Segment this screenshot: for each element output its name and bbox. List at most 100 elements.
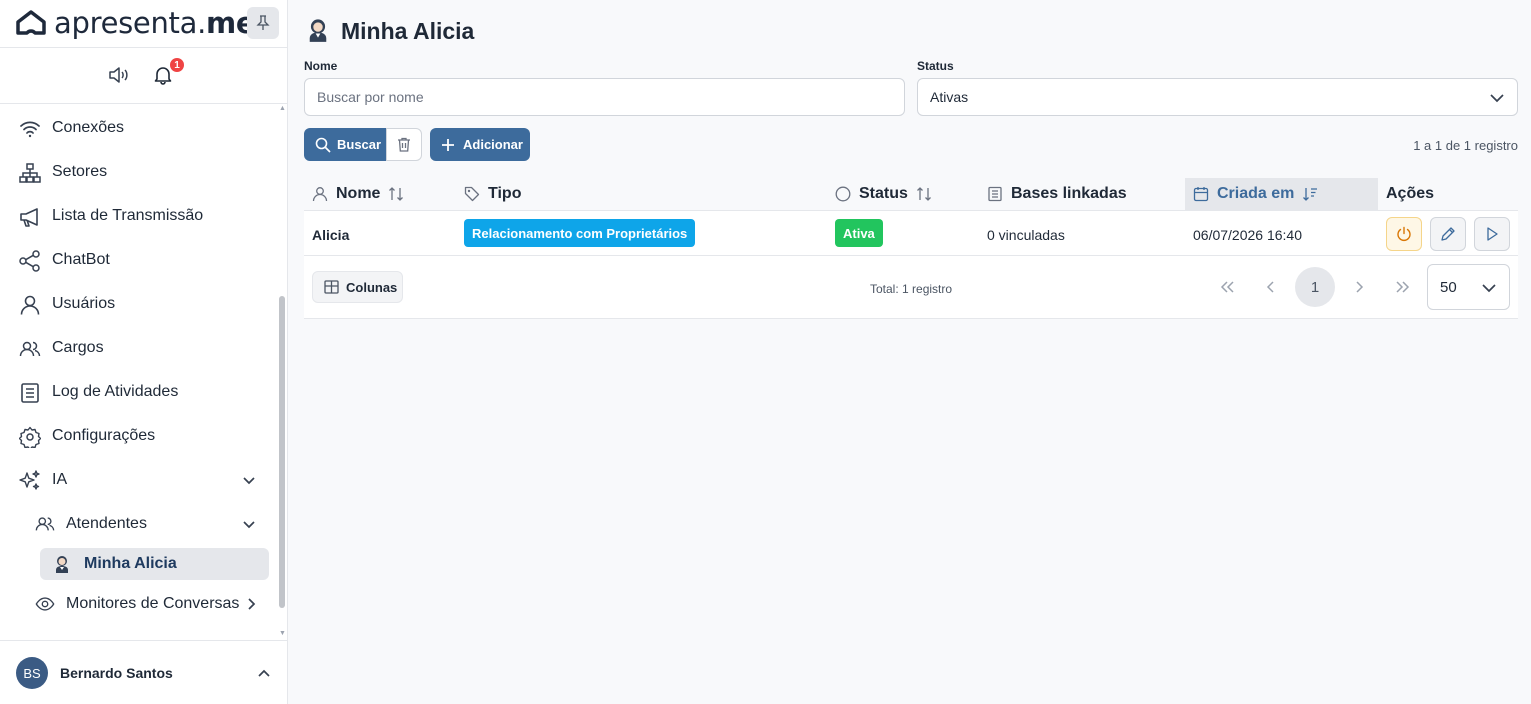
sidebar-item-label: Setores (52, 163, 108, 180)
page-title: Minha Alicia (306, 17, 474, 44)
sidebar-item-label: Cargos (52, 339, 104, 356)
add-button[interactable]: Adicionar (430, 128, 530, 161)
column-header-nome[interactable]: Nome (312, 178, 404, 210)
sidebar-item-label: IA (52, 471, 68, 488)
last-page-button[interactable] (1383, 267, 1423, 307)
status-select[interactable]: Ativas (917, 78, 1518, 116)
run-button[interactable] (1474, 217, 1510, 251)
power-icon (1397, 226, 1411, 241)
users-icon (19, 341, 41, 357)
table-grid-icon (324, 280, 339, 294)
sidebar-item-minha-alicia[interactable]: Minha Alicia (40, 548, 269, 580)
sidebar-item-configuracoes[interactable]: Configurações (0, 416, 280, 456)
chevron-up-icon (258, 669, 270, 677)
prev-page-button[interactable] (1251, 267, 1291, 307)
column-header-acoes: Ações (1386, 185, 1435, 202)
wifi-icon (20, 121, 40, 138)
trash-icon (398, 137, 410, 152)
next-page-button[interactable] (1339, 267, 1379, 307)
total-records: Total: 1 registro (870, 282, 953, 296)
sidebar-item-conexoes[interactable]: Conexões (0, 108, 280, 148)
list-icon (21, 383, 39, 403)
sidebar-item-monitores[interactable]: Monitores de Conversas (0, 584, 280, 624)
avatar: BS (16, 657, 48, 689)
sidebar-item-setores[interactable]: Setores (0, 152, 280, 192)
sidebar-item-label: Monitores de Conversas (66, 595, 240, 612)
share-icon (19, 250, 40, 272)
sidebar-item-chatbot[interactable]: ChatBot (0, 240, 280, 280)
sidebar-item-label: Log de Atividades (52, 383, 179, 400)
agent-avatar-icon (309, 19, 327, 42)
sidebar-scrollbar[interactable] (279, 296, 285, 608)
scroll-up-arrow[interactable]: ▲ (279, 105, 286, 112)
circle-icon (835, 186, 851, 202)
pin-sidebar-button[interactable] (247, 7, 279, 39)
name-search-input[interactable]: Buscar por nome (304, 78, 905, 116)
page-button-1[interactable]: 1 (1295, 267, 1335, 307)
sidebar-item-usuarios[interactable]: Usuários (0, 284, 280, 324)
chevron-right-icon (1356, 281, 1364, 293)
megaphone-icon (20, 208, 38, 227)
column-header-status[interactable]: Status (835, 178, 932, 210)
sidebar-item-lista-transmissao[interactable]: Lista de Transmissão (0, 196, 280, 236)
play-icon (1487, 227, 1498, 241)
clear-filters-button[interactable] (386, 128, 422, 161)
type-badge: Relacionamento com Proprietários (464, 219, 696, 247)
sidebar-item-label: ChatBot (52, 251, 110, 268)
column-header-tipo[interactable]: Tipo (464, 178, 521, 210)
record-count: 1 a 1 de 1 registro (1413, 138, 1518, 153)
table-row[interactable]: Alicia Relacionamento com Proprietários … (304, 210, 1518, 256)
page-size-select[interactable]: 50 (1427, 264, 1510, 310)
sort-desc-icon (1303, 188, 1318, 201)
chevron-down-icon (243, 477, 255, 485)
logo-text[interactable]: apresenta.me (54, 6, 256, 40)
first-page-button[interactable] (1207, 267, 1247, 307)
pin-icon (256, 15, 270, 30)
calendar-icon (1193, 187, 1209, 202)
columns-button[interactable]: Colunas (312, 271, 403, 303)
chevron-down-icon (243, 521, 255, 529)
cell-bases: 0 vinculadas (987, 227, 1065, 243)
notification-badge: 1 (168, 56, 186, 74)
search-icon (315, 137, 331, 153)
gear-icon (19, 426, 41, 448)
sidebar-item-atendentes[interactable]: Atendentes (0, 504, 280, 544)
chevrons-right-icon (1396, 281, 1410, 293)
scroll-down-arrow[interactable]: ▼ (279, 630, 286, 637)
sidebar-item-cargos[interactable]: Cargos (0, 328, 280, 368)
brand-bar: apresenta.me (0, 0, 288, 48)
cell-nome: Alicia (312, 227, 350, 243)
chevron-down-icon (1490, 94, 1504, 103)
logo-icon[interactable] (15, 9, 47, 35)
edit-button[interactable] (1430, 217, 1466, 251)
sidebar: apresenta.me 1 Conexões Setores Lista de… (0, 0, 288, 704)
speaker-icon[interactable] (108, 66, 130, 84)
sidebar-item-label: Conexões (52, 119, 125, 136)
sidebar-item-log-atividades[interactable]: Log de Atividades (0, 372, 280, 412)
sparkles-icon (19, 470, 40, 490)
chevron-left-icon (1266, 281, 1274, 293)
user-name: Bernardo Santos (60, 665, 173, 681)
status-badge: Ativa (835, 219, 883, 247)
user-menu[interactable]: BS Bernardo Santos (0, 640, 288, 704)
sort-icon (916, 187, 931, 201)
column-header-bases[interactable]: Bases linkadas (987, 178, 1127, 210)
chevron-right-icon (248, 598, 256, 610)
sidebar-item-label: Minha Alicia (84, 555, 177, 572)
toggle-power-button[interactable] (1386, 217, 1422, 251)
sidebar-item-label: Atendentes (66, 515, 147, 532)
agent-avatar-icon (56, 556, 68, 573)
sidebar-item-label: Lista de Transmissão (52, 207, 204, 224)
users-icon (35, 517, 55, 531)
sort-icon (389, 187, 404, 201)
column-header-criada[interactable]: Criada em (1185, 178, 1378, 210)
tag-icon (464, 186, 480, 202)
plus-icon (442, 138, 454, 151)
table-footer: Colunas Total: 1 registro 1 50 (304, 256, 1518, 319)
status-filter-label: Status (917, 59, 954, 73)
sitemap-icon (19, 163, 41, 183)
chevron-down-icon (1482, 284, 1496, 293)
search-button[interactable]: Buscar (304, 128, 386, 161)
sidebar-item-ia[interactable]: IA (0, 460, 280, 500)
document-icon (988, 186, 1002, 202)
